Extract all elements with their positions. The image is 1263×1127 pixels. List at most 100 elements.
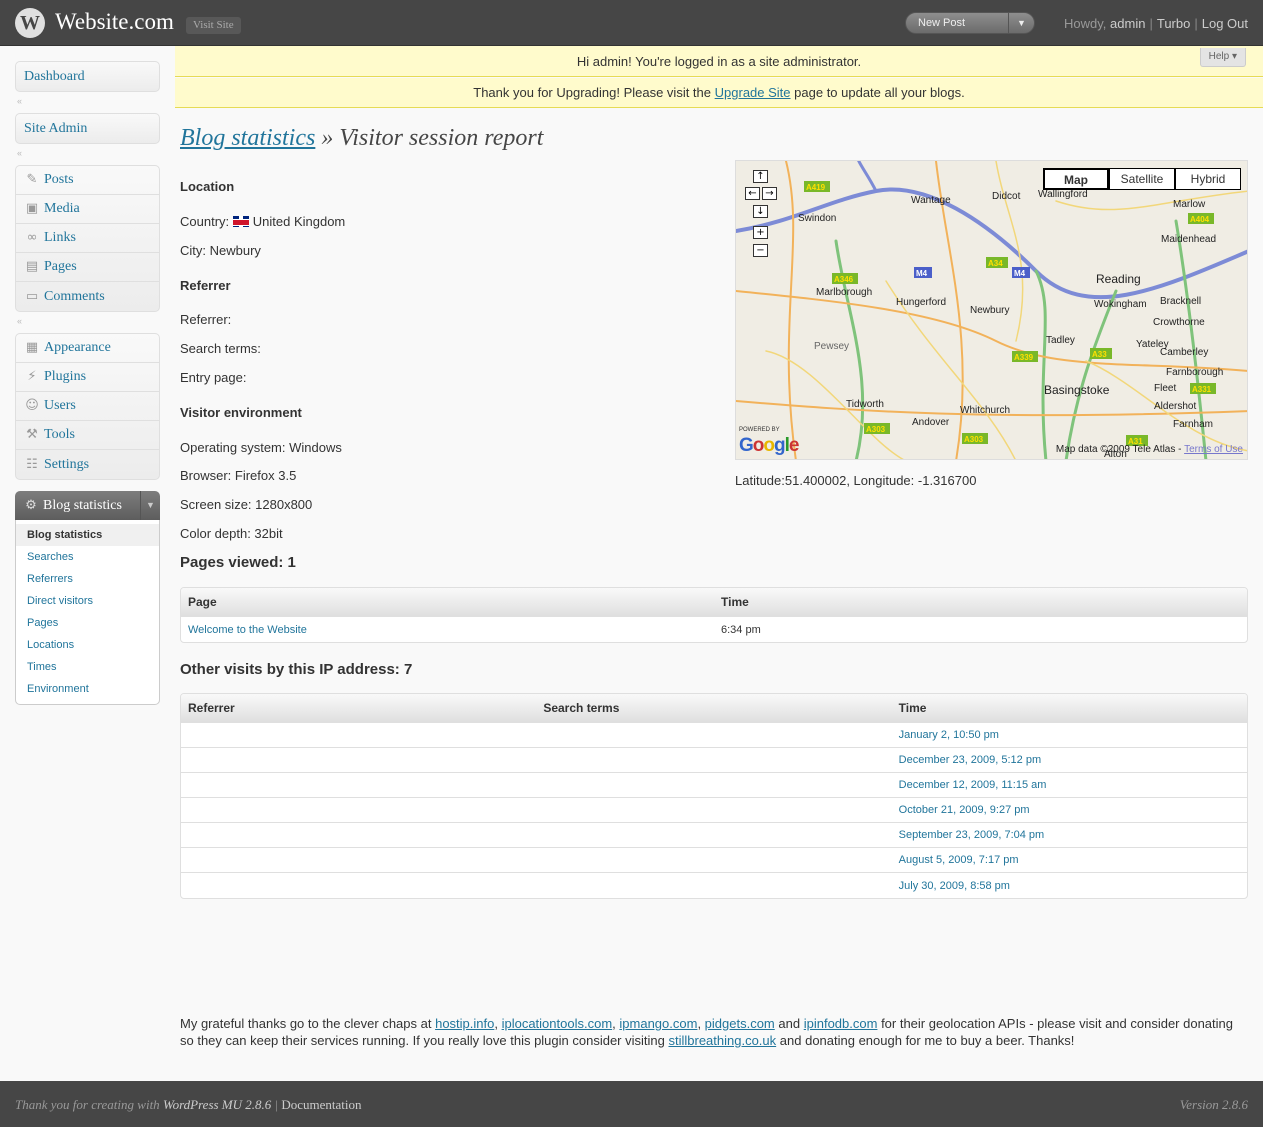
menu-pages[interactable]: ▤ Pages <box>16 253 159 282</box>
submenu-searches[interactable]: Searches <box>16 546 159 568</box>
page-link[interactable]: Welcome to the Website <box>188 624 307 636</box>
zoom-out-icon[interactable]: − <box>753 244 768 257</box>
menu-dashboard-label[interactable]: Dashboard <box>24 69 85 85</box>
column-header-search-terms[interactable]: Search terms <box>536 701 891 715</box>
pushpin-icon: ✎ <box>26 172 38 187</box>
map-label: Reading <box>1096 272 1141 286</box>
referrer-heading: Referrer <box>180 278 231 293</box>
appearance-icon: ▦ <box>25 340 39 355</box>
visit-time-link[interactable]: September 23, 2009, 7:04 pm <box>899 829 1045 841</box>
column-header-page[interactable]: Page <box>181 595 714 609</box>
menu-tools[interactable]: ⚒ Tools <box>16 421 159 450</box>
menu-settings[interactable]: ☷ Settings <box>16 450 159 479</box>
menu-appearance[interactable]: ▦ Appearance <box>16 334 159 363</box>
menu-tools-label[interactable]: Tools <box>44 427 75 443</box>
stillbreathing-link[interactable]: stillbreathing.co.uk <box>668 1033 776 1048</box>
menu-pages-label[interactable]: Pages <box>44 259 77 275</box>
submenu-locations[interactable]: Locations <box>16 634 159 656</box>
wordpress-mu-link[interactable]: WordPress MU 2.8.6 <box>163 1097 271 1112</box>
terms-of-use-link[interactable]: Terms of Use <box>1184 444 1243 455</box>
visit-time-link[interactable]: December 23, 2009, 5:12 pm <box>899 754 1041 766</box>
menu-blog-statistics[interactable]: ⚙ Blog statistics ▼ <box>15 491 160 520</box>
menu-site-admin-label[interactable]: Site Admin <box>24 121 87 137</box>
hostip-link[interactable]: hostip.info <box>435 1016 494 1031</box>
visit-time-link[interactable]: October 21, 2009, 9:27 pm <box>899 804 1030 816</box>
menu-settings-label[interactable]: Settings <box>44 457 89 473</box>
menu-site-admin[interactable]: Site Admin <box>16 114 159 143</box>
submenu-times[interactable]: Times <box>16 656 159 678</box>
page-title-rest: » Visitor session report <box>315 125 544 151</box>
help-label[interactable]: Help <box>1209 51 1230 62</box>
menu-media-label[interactable]: Media <box>44 201 80 217</box>
table-row: August 5, 2009, 7:17 pm <box>181 848 1247 873</box>
page-title: Blog statistics » Visitor session report <box>180 125 543 152</box>
new-post-label[interactable]: New Post <box>918 17 965 29</box>
site-title[interactable]: Website.com <box>55 9 174 35</box>
menu-separator[interactable]: « <box>15 92 160 113</box>
menu-separator[interactable]: « <box>15 144 160 165</box>
menu-blog-statistics-label[interactable]: Blog statistics <box>43 498 122 514</box>
submenu-environment[interactable]: Environment <box>16 678 159 700</box>
menu-comments[interactable]: ▭ Comments <box>16 282 159 311</box>
footer-thanks: Thank you for creating with <box>15 1097 160 1112</box>
ipinfodb-link[interactable]: ipinfodb.com <box>804 1016 878 1031</box>
new-post-button[interactable]: New Post ▼ <box>905 12 1035 34</box>
visit-time-link[interactable]: December 12, 2009, 11:15 am <box>899 779 1047 791</box>
lat-long: Latitude:51.400002, Longitude: -1.316700 <box>735 473 977 488</box>
column-header-time[interactable]: Time <box>714 595 1247 609</box>
pidgets-link[interactable]: pidgets.com <box>705 1016 775 1031</box>
menu-media[interactable]: ▣ Media <box>16 195 159 224</box>
map-type-satellite[interactable]: Satellite <box>1109 168 1175 190</box>
map-label: Wokingham <box>1094 299 1147 310</box>
menu-dashboard[interactable]: Dashboard <box>16 62 159 91</box>
visit-time-link[interactable]: July 30, 2009, 8:58 pm <box>899 880 1010 892</box>
visit-time-link[interactable]: August 5, 2009, 7:17 pm <box>899 854 1019 866</box>
menu-links[interactable]: ∞ Links <box>16 224 159 253</box>
menu-comments-label[interactable]: Comments <box>44 289 105 305</box>
menu-posts[interactable]: ✎ Posts <box>16 166 159 195</box>
submenu-pages[interactable]: Pages <box>16 612 159 634</box>
chevron-down-icon[interactable]: ▼ <box>1008 13 1034 33</box>
iplocationtools-link[interactable]: iplocationtools.com <box>502 1016 613 1031</box>
documentation-link[interactable]: Documentation <box>281 1097 361 1112</box>
wordpress-logo-icon[interactable]: W <box>15 8 45 38</box>
pan-left-icon[interactable]: ← <box>745 187 760 200</box>
map-type-hybrid[interactable]: Hybrid <box>1175 168 1241 190</box>
map-label: Farnborough <box>1166 367 1223 378</box>
logout-link[interactable]: Log Out <box>1202 16 1248 31</box>
pan-right-icon[interactable]: → <box>762 187 777 200</box>
menu-posts-label[interactable]: Posts <box>44 172 74 188</box>
map-label: Andover <box>912 417 950 428</box>
menu-plugins-label[interactable]: Plugins <box>44 369 86 385</box>
pan-up-icon[interactable]: ↑ <box>753 170 768 183</box>
map-type-map[interactable]: Map <box>1043 168 1109 190</box>
column-header-referrer[interactable]: Referrer <box>181 701 536 715</box>
menu-appearance-label[interactable]: Appearance <box>44 340 111 356</box>
submenu-direct-visitors[interactable]: Direct visitors <box>16 590 159 612</box>
column-header-time[interactable]: Time <box>892 701 1247 715</box>
blog-statistics-link[interactable]: Blog statistics <box>180 125 315 151</box>
visit-time-link[interactable]: January 2, 10:50 pm <box>899 729 999 741</box>
map-label: Marlow <box>1173 199 1206 210</box>
users-icon: ☺ <box>25 398 39 413</box>
google-logo[interactable]: Google <box>739 435 799 457</box>
table-row: December 12, 2009, 11:15 am <box>181 773 1247 798</box>
menu-separator[interactable]: « <box>15 312 160 333</box>
help-button[interactable]: Help ▾ <box>1199 48 1246 67</box>
ipmango-link[interactable]: ipmango.com <box>619 1016 697 1031</box>
upgrade-site-link[interactable]: Upgrade Site <box>715 85 791 100</box>
turbo-link[interactable]: Turbo <box>1157 16 1190 31</box>
menu-users-label[interactable]: Users <box>44 398 76 414</box>
chevron-down-icon[interactable]: ▼ <box>140 491 160 520</box>
menu-users[interactable]: ☺ Users <box>16 392 159 421</box>
menu-links-label[interactable]: Links <box>44 230 76 246</box>
visit-site-button[interactable]: Visit Site <box>186 17 241 34</box>
pan-down-icon[interactable]: ↓ <box>753 205 768 218</box>
submenu-blog-statistics[interactable]: Blog statistics <box>16 524 159 546</box>
zoom-in-icon[interactable]: + <box>753 226 768 239</box>
username-link[interactable]: admin <box>1110 16 1145 31</box>
location-map[interactable]: Swindon Wantage Didcot Wallingford Marlo… <box>735 160 1248 460</box>
submenu-referrers[interactable]: Referrers <box>16 568 159 590</box>
road-label: M4 <box>1014 269 1026 278</box>
menu-plugins[interactable]: ⚡ Plugins <box>16 363 159 392</box>
